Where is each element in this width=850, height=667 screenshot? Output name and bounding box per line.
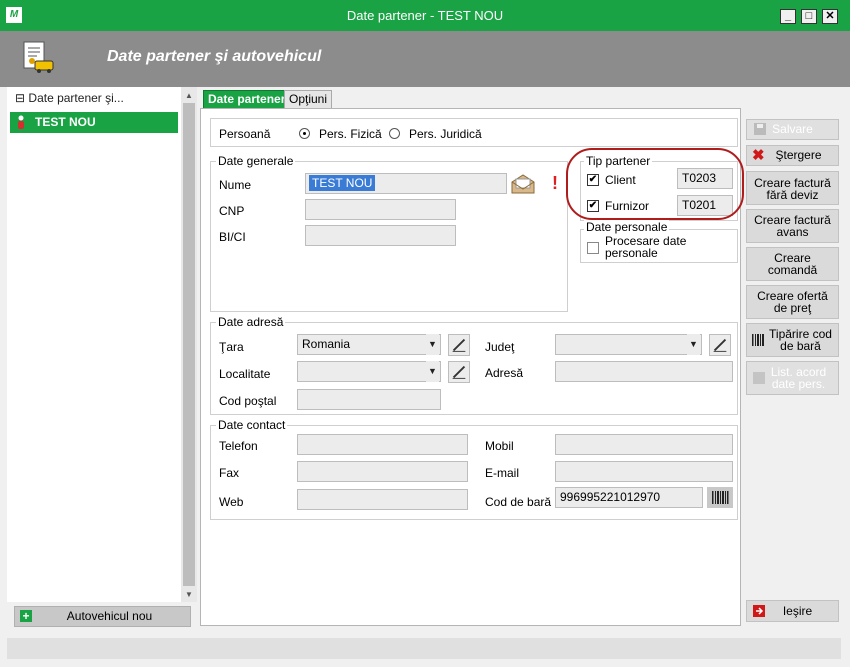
stergere-label: Ştergere [775,148,822,162]
creare-oferta-pret-button[interactable]: Creare ofertă de preţ [746,285,839,319]
scrollbar-thumb[interactable] [183,103,195,586]
exit-icon [753,605,765,617]
procesare-date-checkbox[interactable] [587,242,599,254]
bici-label: BI/CI [219,230,246,244]
minimize-button[interactable]: _ [780,9,796,24]
cnp-field[interactable] [305,199,456,220]
status-bar [7,638,841,659]
page-title: Date partener şi autovehicul [107,48,322,65]
persoana-label: Persoană [219,127,271,141]
nume-field[interactable]: TEST NOU [305,173,507,194]
scroll-down-icon[interactable]: ▼ [181,587,197,602]
close-window-button[interactable]: ✕ [822,9,838,24]
email-field[interactable] [555,461,733,482]
tab-date-partener[interactable]: Date partener [203,90,291,109]
fax-label: Fax [219,466,240,480]
cnp-label: CNP [219,204,245,218]
localitate-select[interactable] [297,361,441,382]
nume-field-value: TEST NOU [309,175,376,191]
adresa-field[interactable] [555,361,733,382]
telefon-field[interactable] [297,434,468,455]
tab-optiuni[interactable]: Opţiuni [284,90,333,109]
list-acord-date-pers-button[interactable]: List. acord date pers. [746,361,839,395]
localitate-dropdown-icon[interactable]: ▼ [426,361,439,382]
fax-field[interactable] [297,461,468,482]
iesire-button[interactable]: Ieşire [746,600,839,622]
cod-bara-label: Cod de bară [485,495,552,509]
radio-pers-juridica-label[interactable]: Pers. Juridică [409,127,482,141]
bici-field[interactable] [305,225,456,246]
nume-label: Nume [219,178,252,192]
warning-icon: ! [552,173,558,193]
creare-factura-avans-button[interactable]: Creare factură avans [746,209,839,243]
partner-document-icon [23,41,54,73]
judet-label: Judeţ [485,340,515,354]
date-adresa-legend: Date adresă [216,315,286,329]
web-label: Web [219,495,244,509]
barcode-icon[interactable] [707,487,733,508]
web-field[interactable] [297,489,468,510]
radio-pers-fizica[interactable] [299,128,310,139]
tree-item-selected[interactable]: TEST NOU [10,112,178,133]
radio-pers-juridica[interactable] [389,128,400,139]
localitate-label: Localitate [219,367,271,381]
cod-postal-field[interactable] [297,389,441,410]
mobil-field[interactable] [555,434,733,455]
judet-select[interactable] [555,334,702,355]
email-label: E-mail [485,466,520,480]
creare-factura-fara-deviz-button[interactable]: Creare factură fără deviz [746,171,839,205]
creare-comanda-button[interactable]: Creare comandă [746,247,839,281]
collapse-icon[interactable]: ⊟ [15,91,25,105]
person-icon [18,115,24,129]
envelope-icon[interactable] [511,173,535,195]
mobil-label: Mobil [485,439,514,453]
save-icon [754,123,766,135]
procesare-date-label: Procesare date personale [605,234,687,260]
document-icon [753,372,765,384]
app-logo-icon: M [6,7,22,23]
tara-select[interactable]: Romania [297,334,441,355]
adresa-label: Adresă [485,366,524,380]
cod-postal-label: Cod poştal [219,394,277,408]
date-generale-legend: Date generale [216,154,296,168]
stergere-button[interactable]: ✖ Ştergere [746,145,839,166]
add-vehicle-button[interactable]: Autovehicul nou [14,606,191,627]
tree-root-label: Date partener şi... [28,91,124,105]
telefon-label: Telefon [219,439,258,453]
salvare-button[interactable]: Salvare [746,119,839,140]
tree-root-item[interactable]: ⊟ Date partener şi... [15,91,124,105]
barcode-print-icon [752,334,764,346]
salvare-label: Salvare [772,122,813,136]
partner-tree [7,87,181,602]
scroll-up-icon[interactable]: ▲ [181,88,197,103]
window-title: Date partener - TEST NOU [346,8,504,23]
maximize-button[interactable]: □ [801,9,817,24]
edit-judet-pencil-icon[interactable] [709,334,731,356]
edit-localitate-pencil-icon[interactable] [448,361,470,383]
judet-dropdown-icon[interactable]: ▼ [687,334,700,355]
tara-label: Ţara [219,340,244,354]
cod-bara-field[interactable]: 996995221012970 [555,487,703,508]
tiparire-cod-bara-button[interactable]: Tipărire cod de bară [746,323,839,357]
plus-icon: + [20,610,32,622]
date-personale-legend: Date personale [584,220,670,234]
highlight-circle [566,148,744,220]
edit-tara-pencil-icon[interactable] [448,334,470,356]
tara-dropdown-icon[interactable]: ▼ [426,334,439,355]
delete-x-icon: ✖ [752,147,765,164]
iesire-label: Ieşire [782,604,813,618]
date-contact-legend: Date contact [216,418,288,432]
radio-pers-fizica-label[interactable]: Pers. Fizică [319,127,382,141]
